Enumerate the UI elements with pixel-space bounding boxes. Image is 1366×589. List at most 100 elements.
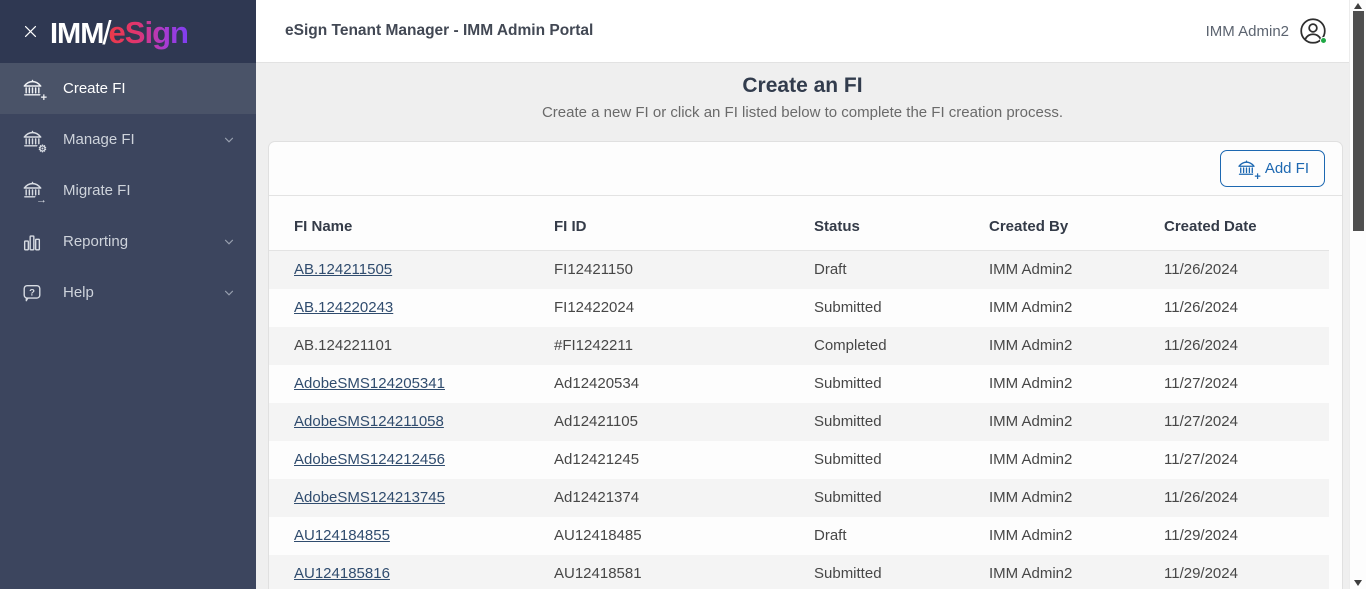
scrollbar-up-arrow-icon[interactable] xyxy=(1354,3,1362,9)
user-area: IMM Admin2 xyxy=(1206,17,1327,45)
chevron-down-icon xyxy=(222,235,236,249)
fi-name-link[interactable]: AdobeSMS124205341 xyxy=(294,375,445,392)
fi-id-cell: Ad12421105 xyxy=(554,413,638,430)
table-row: AdobeSMS124211058 Ad12421105 Submitted I… xyxy=(269,402,1329,441)
table-row: AB.124221101 #FI1242211 Completed IMM Ad… xyxy=(269,326,1329,365)
status-cell: Submitted xyxy=(814,413,882,430)
logo-slash: / xyxy=(102,13,112,51)
created-date-cell: 11/27/2024 xyxy=(1164,451,1238,468)
fi-name-link[interactable]: AU124184855 xyxy=(294,527,390,544)
fi-id-cell: Ad12421245 xyxy=(554,451,640,468)
content-area: Create an FI Create a new FI or click an… xyxy=(256,63,1349,589)
fi-name-link[interactable]: AB.124211505 xyxy=(294,261,392,278)
bank-arrow-icon: → xyxy=(20,179,48,206)
fi-name-link[interactable]: AdobeSMS124211058 xyxy=(294,413,444,430)
created-date-cell: 11/27/2024 xyxy=(1164,375,1238,392)
bank-plus-icon: + xyxy=(20,77,48,104)
created-by-cell: IMM Admin2 xyxy=(989,451,1073,468)
col-header-status: Status xyxy=(789,196,964,251)
bar-chart-icon xyxy=(20,230,44,254)
fi-id-cell: AU12418485 xyxy=(554,527,642,544)
logo-esign-text: eSign xyxy=(108,14,189,50)
sidebar-nav: + Create FI ⚙ Manage FI → Migrate FI Rep… xyxy=(0,63,256,318)
created-by-cell: IMM Admin2 xyxy=(989,527,1073,544)
add-fi-label: Add FI xyxy=(1264,160,1309,177)
created-by-cell: IMM Admin2 xyxy=(989,565,1073,582)
fi-id-cell: FI12422024 xyxy=(554,299,635,316)
table-row: AU124185816 AU12418581 Submitted IMM Adm… xyxy=(269,554,1329,589)
portal-title: eSign Tenant Manager - IMM Admin Portal xyxy=(285,22,594,39)
page-scrollbar[interactable] xyxy=(1349,0,1366,589)
fi-id-cell: FI12421150 xyxy=(554,261,633,279)
logo-bar: IMM / eSign xyxy=(0,0,256,63)
sidebar-item-label: Manage FI xyxy=(63,131,135,148)
scrollbar-down-arrow-icon[interactable] xyxy=(1354,580,1362,586)
chevron-down-icon xyxy=(222,286,236,300)
status-cell: Submitted xyxy=(814,375,882,392)
close-menu-icon[interactable] xyxy=(20,22,40,42)
sidebar-item-reporting[interactable]: Reporting xyxy=(0,216,256,267)
col-header-fi-name: FI Name xyxy=(269,196,529,251)
page-title: Create an FI xyxy=(742,74,863,97)
card-toolbar: + Add FI xyxy=(269,142,1342,196)
fi-table: FI Name FI ID Status Created By Created … xyxy=(269,196,1329,589)
created-by-cell: IMM Admin2 xyxy=(989,375,1073,392)
fi-id-cell: Ad12421374 xyxy=(554,489,640,506)
fi-id-cell: #FI1242211 xyxy=(554,337,633,354)
sidebar: IMM / eSign + Create FI ⚙ Manage FI → Mi… xyxy=(0,0,256,589)
table-header-row: FI Name FI ID Status Created By Created … xyxy=(269,196,1329,251)
fi-name-text: AB.124221101 xyxy=(294,337,393,354)
created-date-cell: 11/27/2024 xyxy=(1164,413,1238,430)
created-by-cell: IMM Admin2 xyxy=(989,489,1073,506)
created-by-cell: IMM Admin2 xyxy=(989,299,1073,316)
status-cell: Submitted xyxy=(814,489,882,506)
created-date-cell: 11/26/2024 xyxy=(1164,299,1238,316)
online-status-dot xyxy=(1320,37,1327,44)
sidebar-item-label: Migrate FI xyxy=(63,182,131,199)
created-date-cell: 11/26/2024 xyxy=(1164,261,1238,279)
status-cell: Submitted xyxy=(814,299,882,316)
created-date-cell: 11/29/2024 xyxy=(1164,565,1238,582)
col-header-created-date: Created Date xyxy=(1139,196,1329,251)
table-row: AdobeSMS124205341 Ad12420534 Submitted I… xyxy=(269,365,1329,403)
status-cell: Submitted xyxy=(814,451,882,468)
sidebar-item-label: Help xyxy=(63,284,94,301)
sidebar-item-label: Reporting xyxy=(63,233,129,250)
fi-name-link[interactable]: AB.124220243 xyxy=(294,299,393,316)
svg-text:?: ? xyxy=(29,287,35,298)
user-name: IMM Admin2 xyxy=(1205,22,1289,40)
table-row: AdobeSMS124212456 Ad12421245 Submitted I… xyxy=(269,441,1329,479)
user-avatar-icon[interactable] xyxy=(1299,17,1327,45)
add-fi-button[interactable]: + Add FI xyxy=(1219,150,1325,187)
sidebar-item-migrate-fi[interactable]: → Migrate FI xyxy=(0,165,256,216)
status-cell: Submitted xyxy=(814,565,882,582)
bank-gear-icon: ⚙ xyxy=(20,128,48,155)
fi-id-cell: Ad12420534 xyxy=(554,375,640,392)
sidebar-item-create-fi[interactable]: + Create FI xyxy=(0,63,256,114)
fi-list-card: + Add FI FI Name FI ID Status Created By… xyxy=(268,141,1343,589)
scrollbar-thumb[interactable] xyxy=(1353,11,1364,231)
status-cell: Completed xyxy=(814,337,887,354)
fi-table-wrap: FI Name FI ID Status Created By Created … xyxy=(269,196,1342,589)
created-by-cell: IMM Admin2 xyxy=(989,413,1073,430)
table-row: AdobeSMS124213745 Ad12421374 Submitted I… xyxy=(269,478,1329,517)
status-cell: Draft xyxy=(814,261,847,279)
sidebar-item-manage-fi[interactable]: ⚙ Manage FI xyxy=(0,114,256,165)
sidebar-item-label: Create FI xyxy=(63,80,126,97)
app-window: IMM / eSign + Create FI ⚙ Manage FI → Mi… xyxy=(0,0,1366,589)
created-date-cell: 11/26/2024 xyxy=(1164,337,1238,354)
table-row: AB.124220243 FI12422024 Submitted IMM Ad… xyxy=(269,289,1329,327)
main-area: eSign Tenant Manager - IMM Admin Portal … xyxy=(256,0,1366,589)
imm-esign-logo: IMM / eSign xyxy=(50,13,189,51)
created-date-cell: 11/26/2024 xyxy=(1164,489,1238,506)
chevron-down-icon xyxy=(222,133,236,147)
table-row: AB.124211505 FI12421150 Draft IMM Admin2… xyxy=(269,250,1329,289)
fi-name-link[interactable]: AdobeSMS124212456 xyxy=(294,451,445,468)
topbar: eSign Tenant Manager - IMM Admin Portal … xyxy=(256,0,1349,63)
sidebar-item-help[interactable]: ? Help xyxy=(0,267,256,318)
bank-plus-icon: + xyxy=(1236,158,1262,183)
fi-id-cell: AU12418581 xyxy=(554,565,642,582)
fi-name-link[interactable]: AU124185816 xyxy=(294,565,390,582)
table-row: AU124184855 AU12418485 Draft IMM Admin2 … xyxy=(269,517,1329,555)
fi-name-link[interactable]: AdobeSMS124213745 xyxy=(294,489,445,506)
